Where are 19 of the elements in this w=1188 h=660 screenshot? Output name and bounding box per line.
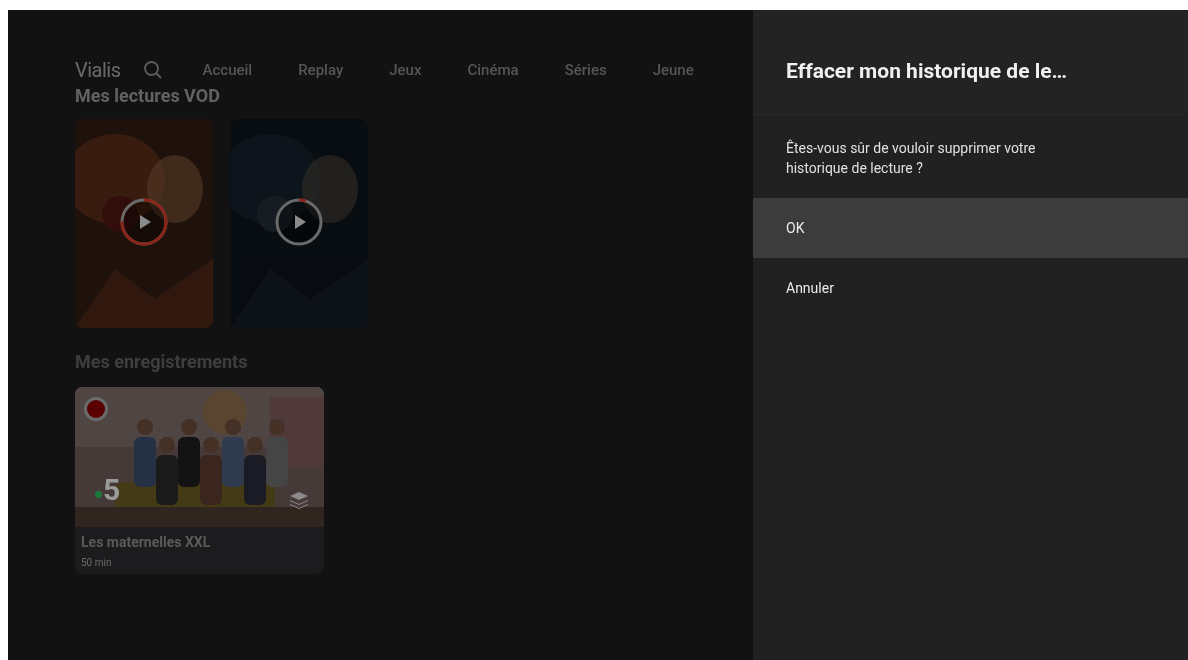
search-icon[interactable] bbox=[142, 60, 163, 80]
progress-ring bbox=[119, 197, 169, 247]
nav-item[interactable]: Séries bbox=[564, 58, 607, 82]
recording-duration: 50 min bbox=[81, 556, 112, 570]
nav-item[interactable]: Jeux bbox=[389, 58, 422, 82]
nav-item[interactable]: Jeune bbox=[652, 58, 694, 82]
dialog-option[interactable]: OK bbox=[753, 198, 1188, 258]
recording-title: Les maternelles XXL bbox=[81, 533, 211, 552]
dialog-title: Effacer mon historique de le… bbox=[786, 57, 1068, 85]
layers-icon bbox=[289, 491, 309, 509]
dialog-message: Êtes-vous sûr de vouloir supprimer votre historique de lecture ? bbox=[785, 138, 1037, 178]
nav-item[interactable]: Accueil bbox=[202, 58, 253, 82]
section-title: Mes lectures VOD bbox=[75, 84, 220, 108]
recording-card[interactable]: 5 Les maternelles XXL 50 min bbox=[75, 387, 324, 574]
nav-item[interactable]: Cinéma bbox=[467, 58, 519, 82]
progress-ring bbox=[274, 197, 324, 247]
nav-item[interactable]: Replay bbox=[298, 58, 344, 82]
logo: Vialis bbox=[75, 57, 121, 84]
channel-logo: 5 bbox=[103, 475, 121, 505]
